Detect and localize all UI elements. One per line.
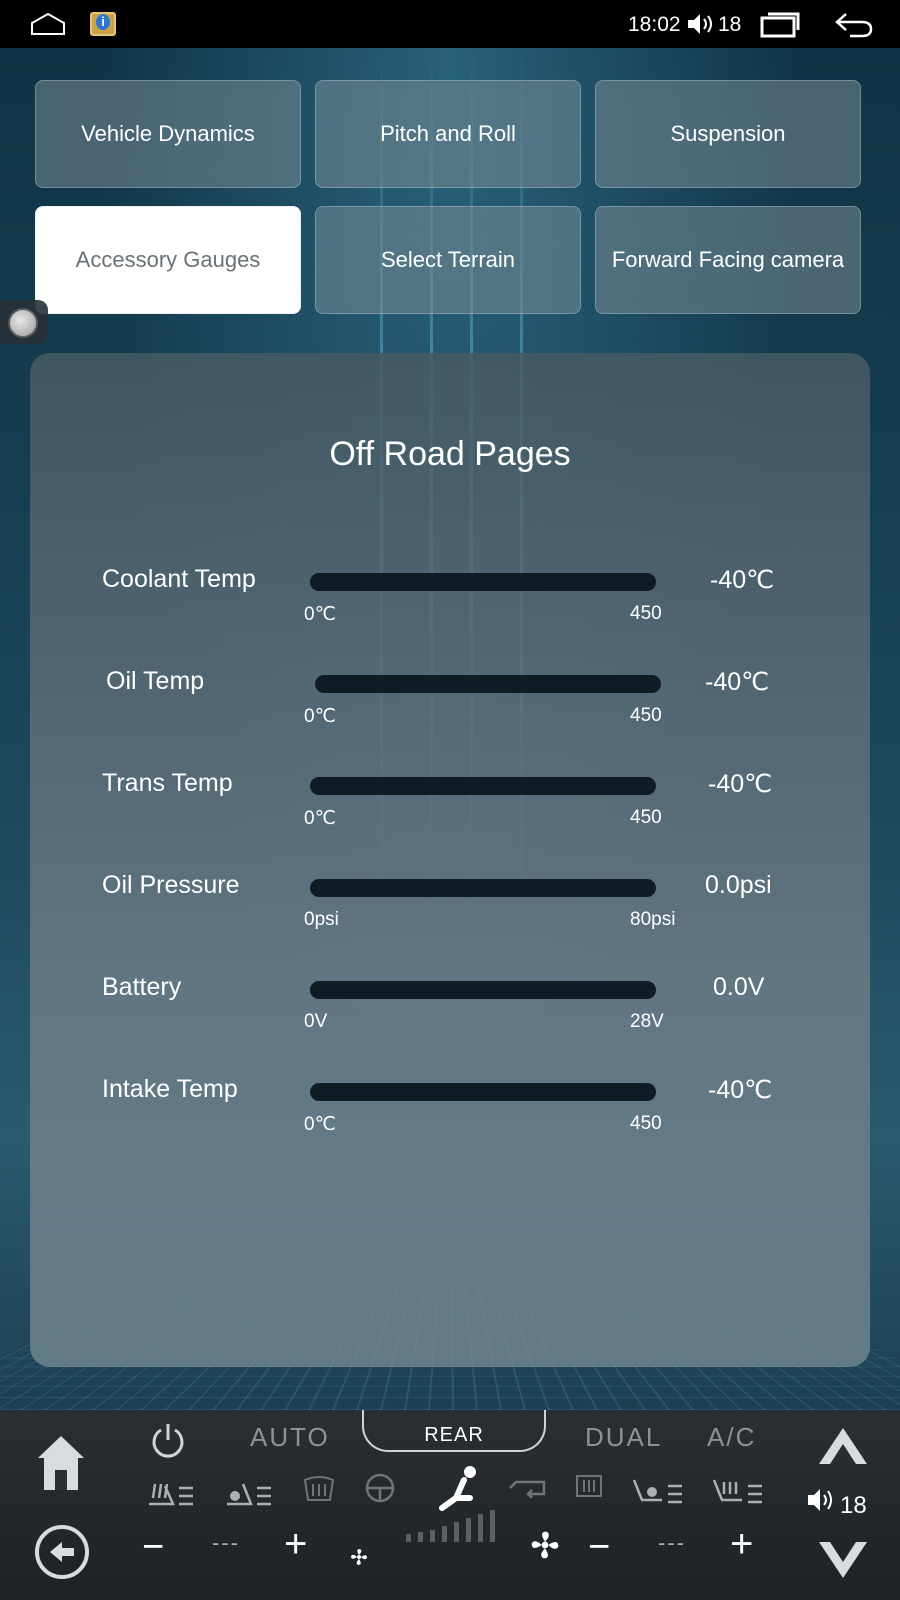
- suspension-label: Suspension: [670, 121, 786, 146]
- home-icon[interactable]: [30, 12, 66, 36]
- gauge-min: 0℃: [304, 604, 336, 625]
- gauge-bar: [310, 1083, 656, 1101]
- gauge-label: Oil Temp: [106, 667, 205, 695]
- fan-speed-bars[interactable]: [404, 1504, 500, 1544]
- back-arrow-icon[interactable]: [34, 1524, 90, 1580]
- off-road-panel: Off Road Pages Coolant Temp 0℃ 450 -40℃ …: [30, 353, 870, 1367]
- gauge-min: 0V: [304, 1011, 328, 1032]
- rear-defrost-icon[interactable]: [302, 1474, 336, 1506]
- right-temp-minus-button[interactable]: −: [588, 1526, 612, 1569]
- back-icon[interactable]: [834, 10, 874, 38]
- gauge-min: 0℃: [304, 1114, 336, 1135]
- gauge-value: -40℃: [708, 1076, 773, 1104]
- gauge-bar: [310, 573, 656, 591]
- gauge-min: 0psi: [304, 909, 339, 930]
- gauge-bar: [315, 675, 661, 693]
- seat-heat-left-icon[interactable]: [145, 1476, 197, 1508]
- volume-level: 18: [840, 1492, 867, 1519]
- gauge-min: 0℃: [304, 706, 336, 727]
- pitch-and-roll-button[interactable]: Pitch and Roll: [315, 80, 581, 188]
- accessory-gauges-label: Accessory Gauges: [75, 247, 261, 272]
- gauge-max: 28V: [630, 1011, 664, 1032]
- seat-vent-right-icon[interactable]: [632, 1474, 684, 1506]
- recent-apps-icon[interactable]: [760, 12, 800, 38]
- power-icon[interactable]: [150, 1422, 186, 1460]
- recirculation-icon[interactable]: [508, 1476, 548, 1498]
- gauge-bar: [310, 777, 656, 795]
- volume-icon: [808, 1489, 832, 1511]
- gauge-value: 0.0psi: [705, 871, 772, 899]
- gauge-label: Battery: [102, 973, 182, 1001]
- steering-heat-icon[interactable]: [364, 1472, 396, 1504]
- gauge-value: -40℃: [710, 566, 775, 594]
- gauge-trans-temp: Trans Temp 0℃ 450 -40℃: [30, 769, 870, 839]
- vehicle-dynamics-label: Vehicle Dynamics: [81, 121, 255, 146]
- status-bar: 18:02 18: [0, 0, 900, 48]
- gauge-bar: [310, 981, 656, 999]
- pitch-and-roll-label: Pitch and Roll: [380, 121, 516, 146]
- gauge-max: 450: [630, 1113, 662, 1134]
- accessory-gauges-button[interactable]: Accessory Gauges: [35, 206, 301, 314]
- assistive-knob: [8, 308, 38, 338]
- front-defrost-icon[interactable]: [574, 1472, 604, 1502]
- gauge-bar: [310, 879, 656, 897]
- gauge-min: 0℃: [304, 808, 336, 829]
- volume-level: 18: [718, 13, 742, 36]
- gauge-max: 450: [630, 807, 662, 828]
- gauge-max: 450: [630, 603, 662, 624]
- gauge-oil-pressure: Oil Pressure 0psi 80psi 0.0psi: [30, 871, 870, 941]
- gauge-oil-temp: Oil Temp 0℃ 450 -40℃: [30, 667, 870, 737]
- chevron-down-icon[interactable]: [816, 1540, 870, 1582]
- right-temp-plus-button[interactable]: +: [730, 1522, 755, 1567]
- left-temp-plus-button[interactable]: +: [284, 1522, 309, 1567]
- home-icon[interactable]: [36, 1434, 86, 1492]
- forward-facing-camera-button[interactable]: Forward Facing camera: [595, 206, 861, 314]
- gauge-value: -40℃: [708, 770, 773, 798]
- suspension-button[interactable]: Suspension: [595, 80, 861, 188]
- select-terrain-button[interactable]: Select Terrain: [315, 206, 581, 314]
- right-temp-value: ---: [658, 1530, 686, 1555]
- gauge-label: Intake Temp: [102, 1075, 238, 1103]
- gauge-label: Oil Pressure: [102, 871, 240, 899]
- gauge-max: 450: [630, 705, 662, 726]
- select-terrain-label: Select Terrain: [380, 247, 516, 272]
- rear-climate-tab[interactable]: REAR: [362, 1410, 546, 1452]
- panel-title: Off Road Pages: [329, 435, 571, 473]
- climate-control-bar: REAR AUTO DUAL A/C 18 − --- + − --- +: [0, 1410, 900, 1600]
- volume-icon: [688, 14, 712, 34]
- auto-button[interactable]: AUTO: [250, 1422, 330, 1453]
- gauge-battery: Battery 0V 28V 0.0V: [30, 973, 870, 1043]
- gauge-max: 80psi: [630, 909, 676, 930]
- seat-heat-right-icon[interactable]: [712, 1474, 764, 1506]
- gauge-coolant-temp: Coolant Temp 0℃ 450 -40℃: [30, 565, 870, 635]
- app-info-icon[interactable]: [90, 12, 116, 36]
- fan-high-icon: [531, 1531, 559, 1559]
- ac-button[interactable]: A/C: [707, 1422, 756, 1453]
- vehicle-dynamics-button[interactable]: Vehicle Dynamics: [35, 80, 301, 188]
- chevron-up-icon[interactable]: [816, 1424, 870, 1466]
- clock: 18:02: [628, 13, 681, 36]
- gauge-value: 0.0V: [713, 973, 765, 1001]
- floating-assistive-button[interactable]: [0, 300, 48, 344]
- left-temp-minus-button[interactable]: −: [142, 1526, 166, 1569]
- left-temp-value: ---: [212, 1530, 240, 1555]
- forward-facing-camera-label: Forward Facing camera: [611, 247, 845, 272]
- gauge-label: Coolant Temp: [102, 565, 256, 593]
- gauge-value: -40℃: [705, 668, 770, 696]
- fan-low-icon: [351, 1549, 367, 1565]
- gauge-intake-temp: Intake Temp 0℃ 450 -40℃: [30, 1075, 870, 1145]
- dual-button[interactable]: DUAL: [585, 1422, 662, 1453]
- gauge-label: Trans Temp: [102, 769, 233, 797]
- rear-label: REAR: [424, 1424, 484, 1446]
- seat-vent-left-icon[interactable]: [223, 1476, 275, 1508]
